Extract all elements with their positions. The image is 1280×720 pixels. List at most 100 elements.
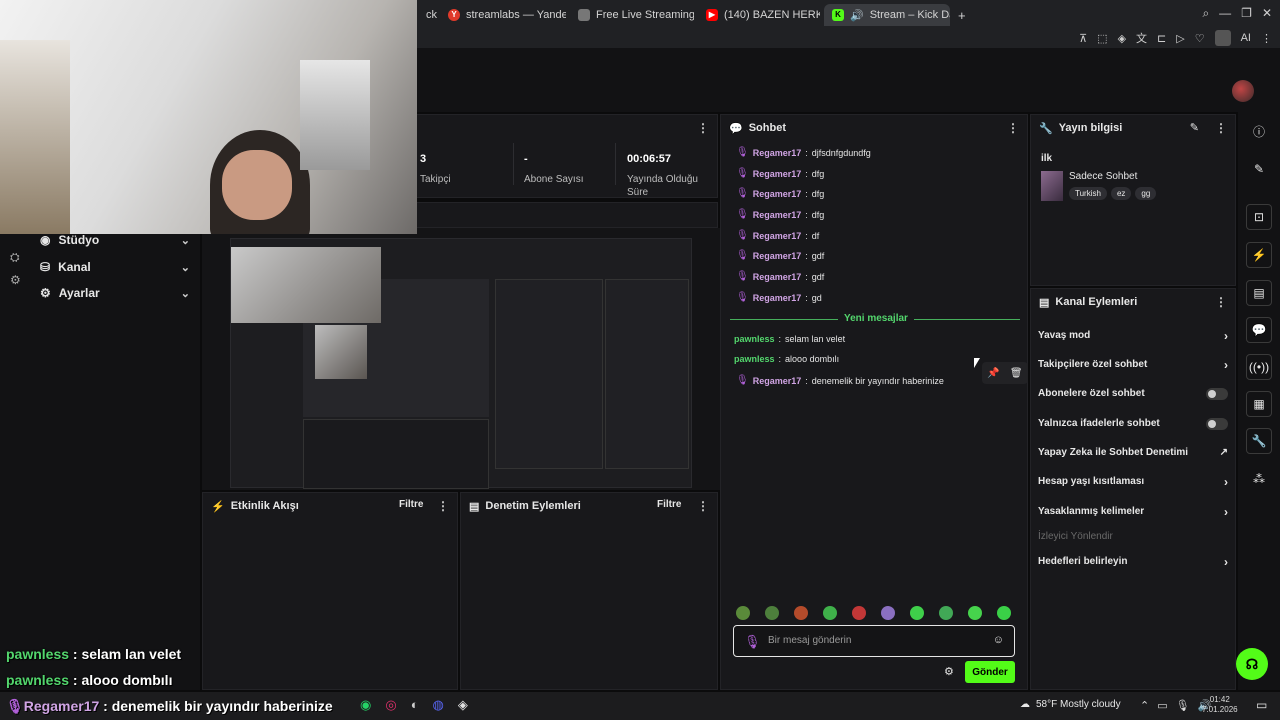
youtube-icon: ▶: [706, 9, 718, 21]
message-actions: 📌 🗑: [982, 362, 1028, 384]
screenshot-icon[interactable]: ⬚: [1097, 32, 1107, 45]
edit-icon[interactable]: ✎: [1190, 121, 1199, 134]
camera-icon[interactable]: ⊡: [1246, 204, 1272, 230]
emote-icon[interactable]: [968, 606, 982, 620]
info-icon[interactable]: ⓘ: [1246, 118, 1272, 144]
emote-icon[interactable]: [939, 606, 953, 620]
banned-words-item[interactable]: Yasaklanmış kelimeler ›: [1038, 505, 1228, 519]
obs-icon[interactable]: ◐: [411, 697, 419, 713]
chevron-up-icon[interactable]: ⌃: [1140, 699, 1149, 712]
network-icon[interactable]: ▭: [1157, 699, 1167, 712]
clock[interactable]: 01:42 7.01.2026: [1202, 695, 1238, 715]
ai-button[interactable]: AI: [1241, 32, 1251, 44]
chat-message[interactable]: 🎙 Regamer17: denemelik bir yayındır haberi…: [736, 375, 944, 386]
browser-tab[interactable]: Free Live Streaming & Rec: [570, 4, 694, 26]
chat-message[interactable]: 🎙 Regamer17: gdf: [736, 250, 824, 261]
subs-only-toggle[interactable]: [1206, 387, 1228, 400]
chat-message[interactable]: 🎙 Regamer17: djfsdnfgdundfg: [736, 147, 871, 158]
instagram-icon[interactable]: ◎: [385, 697, 396, 713]
document-icon[interactable]: ▤: [1246, 280, 1272, 306]
search-icon[interactable]: ⌕: [1202, 6, 1209, 21]
weather-widget[interactable]: ☁ 58°F Mostly cloudy: [1020, 699, 1121, 710]
pin-icon[interactable]: ⊼: [1079, 32, 1087, 45]
ai-moderation-item[interactable]: Yapay Zeka ile Sohbet Denetimi ↗: [1038, 447, 1228, 458]
shield-icon[interactable]: ◈: [1118, 32, 1126, 45]
send-button[interactable]: Gönder: [965, 661, 1015, 683]
minimize-icon[interactable]: —: [1219, 6, 1231, 21]
notifications-icon[interactable]: ▭: [1256, 698, 1267, 712]
more-icon[interactable]: ⋮: [1007, 121, 1019, 135]
more-icon[interactable]: ⋮: [437, 499, 449, 513]
emoji-icon[interactable]: ☺: [993, 634, 1004, 646]
more-icon[interactable]: ⋮: [1215, 121, 1227, 135]
browser-tab[interactable]: ▶(140) BAZEN HERKESİN A: [698, 4, 820, 26]
chat-icon: 💬: [729, 122, 743, 135]
more-icon[interactable]: ⋮: [1215, 295, 1227, 309]
emote-icon[interactable]: [736, 606, 750, 620]
pin-icon[interactable]: 📌: [987, 368, 999, 379]
new-tab-button[interactable]: +: [950, 4, 968, 26]
sidebar-item-studio[interactable]: ◉ Stüdyo ⌄: [40, 233, 190, 247]
settings-small-icon[interactable]: ⚙: [10, 273, 21, 287]
translate-icon[interactable]: 文: [1136, 30, 1147, 46]
sidebar-item-settings[interactable]: ⚙ Ayarlar ⌄: [40, 286, 190, 300]
chat-input[interactable]: 🎙 Bir mesaj gönderin ☺: [733, 625, 1015, 657]
filter-button[interactable]: Filtre: [399, 499, 423, 510]
chat-icon[interactable]: 💬: [1246, 317, 1272, 343]
bot-icon[interactable]: ⛭: [10, 250, 21, 265]
emote-icon[interactable]: [852, 606, 866, 620]
goals-item[interactable]: Hedefleri belirleyin ›: [1038, 555, 1228, 569]
chat-message[interactable]: 🎙 Regamer17: gd: [736, 292, 822, 303]
browser-tab[interactable]: Ystreamlabs — Yandex: 3 b: [440, 4, 566, 26]
bookmark-icon[interactable]: ⊏: [1157, 32, 1166, 45]
support-button[interactable]: ☊: [1236, 648, 1268, 680]
play-icon[interactable]: ▷: [1176, 32, 1184, 45]
more-icon[interactable]: ⋮: [697, 121, 709, 135]
chat-message[interactable]: 🎙 Regamer17: df: [736, 230, 819, 241]
trash-icon[interactable]: 🗑: [1010, 368, 1023, 379]
menu-icon[interactable]: ⋮: [1261, 32, 1272, 45]
mic-icon[interactable]: 🎙: [1176, 699, 1190, 712]
emote-icon[interactable]: [765, 606, 779, 620]
slow-mode-item[interactable]: Yavaş mod ›: [1038, 329, 1228, 343]
more-icon[interactable]: ⋮: [697, 499, 709, 513]
chat-message[interactable]: 🎙 Regamer17: dfg: [736, 168, 824, 179]
discord-icon[interactable]: ◍: [433, 697, 444, 713]
subs-only-item[interactable]: Abonelere özel sohbet: [1038, 387, 1228, 400]
emote-icon[interactable]: [997, 606, 1011, 620]
maximize-icon[interactable]: ❐: [1241, 6, 1252, 21]
chat-message[interactable]: 🎙 Regamer17: dfg: [736, 188, 824, 199]
chat-message[interactable]: pawnless: selam lan velet: [734, 334, 845, 344]
sidebar-item-channel[interactable]: ⛁ Kanal ⌄: [40, 260, 190, 274]
profile-thumb[interactable]: [1214, 30, 1231, 46]
mic-icon: 🎙: [736, 209, 749, 220]
edit-icon[interactable]: ✎: [1246, 156, 1272, 182]
wrench-icon[interactable]: 🔧: [1246, 428, 1272, 454]
browser-tab-active[interactable]: K🔊Stream – Kick Dashbo: [824, 4, 950, 26]
emote-icon[interactable]: [823, 606, 837, 620]
avatar[interactable]: [1232, 80, 1254, 102]
chat-colon: :: [805, 168, 808, 179]
yandex-icon: Y: [448, 9, 460, 21]
emote-icon[interactable]: [881, 606, 895, 620]
chat-message[interactable]: 🎙 Regamer17: gdf: [736, 271, 824, 282]
whatsapp-icon[interactable]: ◉: [360, 697, 371, 713]
followers-only-item[interactable]: Takipçilere özel sohbet ›: [1038, 358, 1228, 372]
broadcast-icon[interactable]: ((•)): [1246, 354, 1272, 380]
chat-settings-icon[interactable]: ⚙: [944, 665, 954, 678]
emote-only-toggle[interactable]: [1206, 417, 1228, 430]
chat-message[interactable]: pawnless: alooo dombılı: [734, 354, 839, 364]
close-icon[interactable]: ✕: [1262, 6, 1272, 21]
connections-icon[interactable]: ⁂: [1246, 466, 1272, 492]
heart-icon[interactable]: ♡: [1195, 32, 1205, 45]
account-age-item[interactable]: Hesap yaşı kısıtlaması ›: [1038, 475, 1228, 489]
emote-only-item[interactable]: Yalnızca ifadelerle sohbet: [1038, 417, 1228, 430]
layout-icon[interactable]: ▦: [1246, 391, 1272, 417]
emote-icon[interactable]: [910, 606, 924, 620]
emote-icon[interactable]: [794, 606, 808, 620]
browser-icon[interactable]: ◈: [458, 697, 468, 713]
chat-message[interactable]: 🎙 Regamer17: dfg: [736, 209, 824, 220]
filter-button[interactable]: Filtre: [657, 499, 681, 510]
bolt-icon[interactable]: ⚡: [1246, 242, 1272, 268]
browser-tab[interactable]: ck: [418, 4, 440, 26]
